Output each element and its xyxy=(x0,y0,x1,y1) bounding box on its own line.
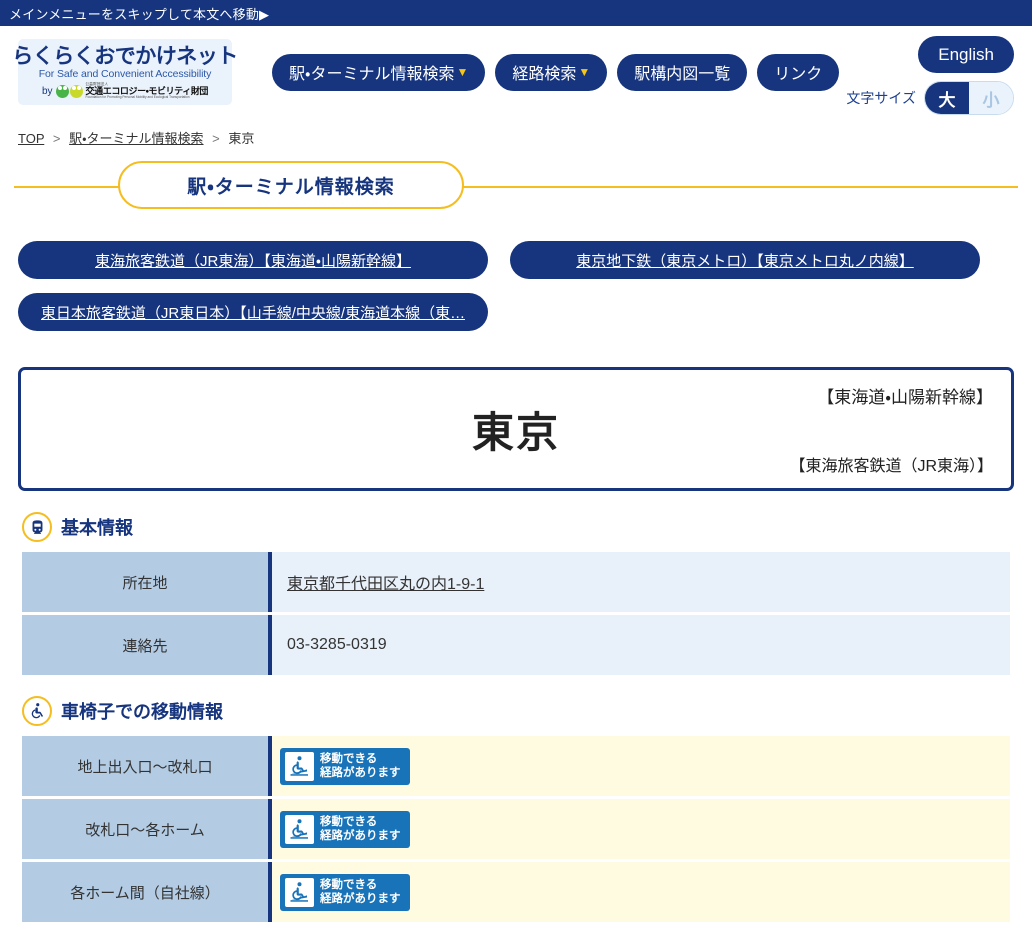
wheelchair-ramp-icon xyxy=(285,814,314,844)
breadcrumb: TOP > 駅・ターミナル情報検索 > 東京 xyxy=(0,118,1032,147)
breadcrumb-separator: > xyxy=(212,131,220,146)
operator-button-jr-east[interactable]: 東日本旅客鉄道（JR東日本）【山手線/中央線/東海道本線（東… xyxy=(18,293,488,331)
logo-japanese-text: らくらくおでかけネット xyxy=(12,44,238,68)
english-language-button[interactable]: English xyxy=(918,36,1014,73)
table-row: 改札口～各ホーム 移動できる 経路があります xyxy=(22,799,1010,859)
route-available-badge[interactable]: 移動できる 経路があります xyxy=(280,810,410,848)
nav-route-search[interactable]: 経路検索 ▼ xyxy=(495,53,608,91)
frog-mascot-icon xyxy=(55,84,83,98)
skip-to-content-bar: メインメニューをスキップして本文へ移動▶ xyxy=(0,0,1032,26)
table-row: 各ホーム間（自社線） 移動できる 経路があります xyxy=(22,862,1010,922)
header-utilities: English 文字サイズ 大 小 xyxy=(846,36,1014,115)
operator-label-0: 東海旅客鉄道（JR東海）【東海道・山陽新幹線】 xyxy=(95,252,411,270)
badge-text: 移動できる 経路があります xyxy=(320,752,401,781)
wheelchair-info-heading: 車椅子での移動情報 xyxy=(22,696,1032,726)
breadcrumb-separator: > xyxy=(52,131,61,146)
nav-label-2: 駅構内図一覧 xyxy=(634,66,731,83)
font-size-toggle: 大 小 xyxy=(924,81,1014,115)
chevron-down-icon: ▼ xyxy=(578,65,591,79)
site-logo[interactable]: らくらくおでかけネット For Safe and Convenient Acce… xyxy=(12,39,238,105)
badge-line-2: 経路があります xyxy=(320,893,401,905)
row-value-gate-to-platform: 移動できる 経路があります xyxy=(272,799,1010,859)
main-navigation: 駅・ターミナル情報検索 ▼ 経路検索 ▼ 駅構内図一覧 リンク xyxy=(272,53,840,91)
font-size-controls: 文字サイズ 大 小 xyxy=(846,81,1014,115)
nav-station-terminal-search[interactable]: 駅・ターミナル情報検索 ▼ xyxy=(272,53,486,91)
nav-station-map-list[interactable]: 駅構内図一覧 xyxy=(617,53,748,91)
nav-label-1: 経路検索 xyxy=(512,66,577,83)
row-label-between-platforms: 各ホーム間（自社線） xyxy=(22,862,272,922)
train-icon xyxy=(22,512,52,542)
row-value-between-platforms: 移動できる 経路があります xyxy=(272,862,1010,922)
badge-line-1: 移動できる xyxy=(320,752,378,765)
badge-line-2: 経路があります xyxy=(320,767,401,779)
address-link[interactable]: 東京都千代田区丸の内1-9-1 xyxy=(287,570,484,594)
table-row: 連絡先 03-3285-0319 xyxy=(22,615,1010,675)
nav-label-0: 駅・ターミナル情報検索 xyxy=(289,66,455,83)
nav-label-3: リンク xyxy=(774,66,823,83)
operator-button-tokyo-metro[interactable]: 東京地下鉄（東京メトロ）【東京メトロ丸ノ内線】 xyxy=(510,241,980,279)
row-value-contact: 03-3285-0319 xyxy=(272,615,1010,675)
wheelchair-info-title: 車椅子での移動情報 xyxy=(61,702,223,722)
logo-by-label: by xyxy=(41,85,53,97)
banner-title: 駅・ターミナル情報検索 xyxy=(118,161,464,209)
badge-line-1: 移動できる xyxy=(320,878,378,891)
row-label-entrance-to-gate: 地上出入口～改札口 xyxy=(22,736,272,796)
wheelchair-info-table: 地上出入口～改札口 移動できる 経路があります 改札口～各ホーム 移動できる 経… xyxy=(22,736,1010,922)
site-header: らくらくおでかけネット For Safe and Convenient Acce… xyxy=(0,26,1032,118)
row-value-entrance-to-gate: 移動できる 経路があります xyxy=(272,736,1010,796)
route-available-badge[interactable]: 移動できる 経路があります xyxy=(280,747,410,785)
basic-info-table: 所在地 東京都千代田区丸の内1-9-1 連絡先 03-3285-0319 xyxy=(22,552,1010,675)
skip-to-content-link[interactable]: メインメニューをスキップして本文へ移動▶ xyxy=(9,4,269,23)
basic-info-title: 基本情報 xyxy=(61,518,133,538)
wheelchair-icon xyxy=(22,696,52,726)
badge-line-1: 移動できる xyxy=(320,815,378,828)
foundation-english-label: Foundation for Promoting Personal Mobili… xyxy=(85,95,190,100)
operator-label-2: 東日本旅客鉄道（JR東日本）【山手線/中央線/東海道本線（東… xyxy=(40,304,466,322)
badge-text: 移動できる 経路があります xyxy=(320,815,401,844)
table-row: 地上出入口～改札口 移動できる 経路があります xyxy=(22,736,1010,796)
badge-line-2: 経路があります xyxy=(320,830,401,842)
row-value-address: 東京都千代田区丸の内1-9-1 xyxy=(272,552,1010,612)
table-row: 所在地 東京都千代田区丸の内1-9-1 xyxy=(22,552,1010,612)
station-name: 東京 xyxy=(471,408,560,456)
operator-button-jr-tokai[interactable]: 東海旅客鉄道（JR東海）【東海道・山陽新幹線】 xyxy=(18,241,488,279)
badge-text: 移動できる 経路があります xyxy=(320,878,401,907)
logo-english-tagline: For Safe and Convenient Accessibility xyxy=(38,67,212,80)
foundation-name-block: 公益財団法人 交通エコロジー・モビリティ財団 Foundation for Pr… xyxy=(86,83,209,99)
row-label-gate-to-platform: 改札口～各ホーム xyxy=(22,799,272,859)
breadcrumb-section-link[interactable]: 駅・ターミナル情報検索 xyxy=(69,131,203,146)
wheelchair-ramp-icon xyxy=(285,751,314,781)
chevron-down-icon: ▼ xyxy=(456,65,469,79)
basic-info-heading: 基本情報 xyxy=(22,512,1032,542)
operator-line-buttons: 東海旅客鉄道（JR東海）【東海道・山陽新幹線】 東京地下鉄（東京メトロ）【東京メ… xyxy=(0,241,1032,331)
font-size-small-button[interactable]: 小 xyxy=(969,82,1013,114)
row-label-address: 所在地 xyxy=(22,552,272,612)
logo-foundation-row: by 公益財団法人 交通エコロジー・モビリティ財団 Foundation for… xyxy=(42,83,208,99)
operator-label-1: 東京地下鉄（東京メトロ）【東京メトロ丸ノ内線】 xyxy=(576,252,914,270)
font-size-label: 文字サイズ xyxy=(846,90,916,106)
station-title-box: 【東海道・山陽新幹線】 東京 【東海旅客鉄道（JR東海）】 xyxy=(18,367,1014,491)
breadcrumb-top-link[interactable]: TOP xyxy=(18,131,44,146)
row-label-contact: 連絡先 xyxy=(22,615,272,675)
section-banner: 駅・ターミナル情報検索 xyxy=(0,159,1032,215)
station-operator-label: 【東海旅客鉄道（JR東海）】 xyxy=(789,458,993,475)
route-available-badge[interactable]: 移動できる 経路があります xyxy=(280,873,410,911)
wheelchair-ramp-icon xyxy=(285,877,314,907)
station-line-label: 【東海道・山陽新幹線】 xyxy=(817,388,993,407)
nav-links[interactable]: リンク xyxy=(757,53,840,91)
breadcrumb-current: 東京 xyxy=(228,131,255,146)
font-size-large-button[interactable]: 大 xyxy=(925,82,969,114)
